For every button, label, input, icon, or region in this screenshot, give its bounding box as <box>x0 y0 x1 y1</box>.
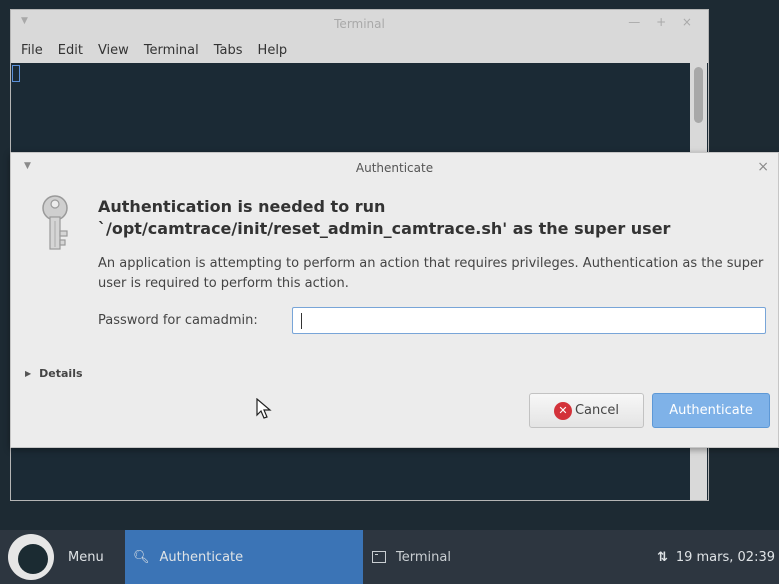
clock-area[interactable]: ⇅ 19 mars, 02:39 <box>657 530 775 584</box>
menu-tabs[interactable]: Tabs <box>214 43 243 58</box>
window-controls[interactable]: — + × <box>628 15 698 29</box>
menu-edit[interactable]: Edit <box>58 43 83 58</box>
network-icon[interactable]: ⇅ <box>657 550 668 565</box>
terminal-title: Terminal <box>334 16 385 31</box>
details-expander[interactable]: ▶ Details <box>25 367 83 380</box>
terminal-titlebar[interactable]: ▼ Terminal — + × <box>11 10 708 37</box>
dialog-title: Authenticate <box>355 161 434 175</box>
taskbar: Menu 🔍︎ Authenticate Terminal ⇅ 19 mars,… <box>0 530 779 584</box>
terminal-cursor <box>12 65 20 82</box>
dialog-titlebar[interactable]: ▼ Authenticate × <box>11 153 778 183</box>
menu-terminal[interactable]: Terminal <box>144 43 199 58</box>
taskbar-item-terminal[interactable]: Terminal <box>372 530 451 584</box>
clock: 19 mars, 02:39 <box>675 549 775 565</box>
mouse-pointer-icon <box>256 398 272 419</box>
menu-label: Menu <box>68 549 104 565</box>
password-label: Password for camadmin: <box>98 313 258 328</box>
distro-logo-icon <box>8 534 54 580</box>
cancel-button-label: Cancel <box>574 403 620 418</box>
menu-file[interactable]: File <box>21 43 43 58</box>
cancel-button[interactable]: ✕ Cancel <box>529 393 644 428</box>
search-icon: 🔍︎ <box>133 549 150 565</box>
password-field[interactable] <box>292 307 766 334</box>
scrollbar-thumb[interactable] <box>694 67 703 123</box>
authenticate-dialog: ▼ Authenticate × Authentication is neede… <box>10 152 779 448</box>
key-icon <box>42 195 68 250</box>
start-menu-button[interactable]: Menu <box>8 532 104 582</box>
text-caret <box>301 313 302 329</box>
taskbar-item-authenticate[interactable]: 🔍︎ Authenticate <box>125 530 363 584</box>
terminal-menubar: File Edit View Terminal Tabs Help <box>11 37 708 63</box>
authenticate-button[interactable]: Authenticate <box>652 393 770 428</box>
expander-arrow-icon: ▶ <box>25 369 32 378</box>
menu-view[interactable]: View <box>98 43 129 58</box>
taskbar-item-label: Authenticate <box>159 549 244 565</box>
dialog-description: An application is attempting to perform … <box>98 256 764 291</box>
close-icon[interactable]: × <box>757 159 769 175</box>
terminal-icon <box>372 551 386 563</box>
cancel-icon: ✕ <box>553 401 572 420</box>
taskbar-item-label: Terminal <box>396 549 451 565</box>
authenticate-button-label: Authenticate <box>669 403 753 418</box>
details-label: Details <box>39 367 83 380</box>
dialog-heading: Authentication is needed to run `/opt/ca… <box>98 197 671 238</box>
menu-help[interactable]: Help <box>258 43 288 58</box>
